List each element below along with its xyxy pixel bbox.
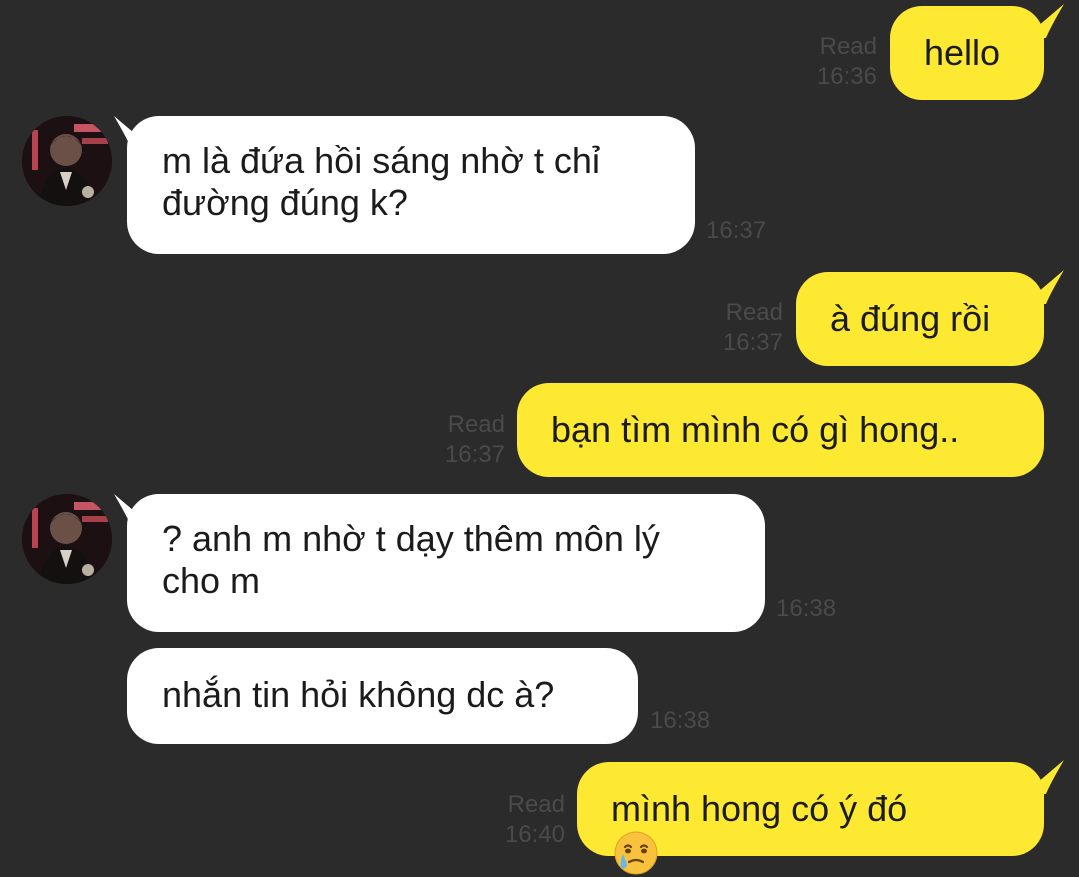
message-time: 16:40 xyxy=(504,821,565,848)
message-meta: 16:37 xyxy=(706,216,766,246)
message-time: 16:38 xyxy=(776,595,837,622)
message-meta: Read 16:40 xyxy=(505,790,565,850)
bubble-tail xyxy=(1024,270,1064,304)
contact-avatar[interactable] xyxy=(22,494,112,584)
message-time: 16:37 xyxy=(444,441,505,468)
incoming-message[interactable]: ? anh m nhờ t dạy thêm môn lý cho m xyxy=(127,494,765,632)
outgoing-message[interactable]: à đúng rồi xyxy=(796,272,1044,366)
message-meta: 16:38 xyxy=(650,706,710,736)
outgoing-message[interactable]: mình hong có ý đó xyxy=(577,762,1044,875)
message-text: à đúng rồi xyxy=(830,298,991,339)
incoming-message[interactable]: nhắn tin hỏi không dc à? xyxy=(127,648,638,744)
message-text: bạn tìm mình có gì hong.. xyxy=(551,409,960,450)
message-line: m là đứa hồi sáng nhờ t chỉ xyxy=(162,140,600,181)
message-text: hello xyxy=(924,32,1001,73)
avatar-image xyxy=(22,116,112,206)
message-text: mình hong có ý đó xyxy=(611,788,908,829)
message-time: 16:36 xyxy=(816,63,877,90)
message-meta: Read 16:36 xyxy=(817,32,877,92)
message-meta: 16:38 xyxy=(776,594,836,624)
message-meta: Read 16:37 xyxy=(723,298,783,358)
chat-conversation: Read 16:36 hello m là đứa hồi sáng nhờ t… xyxy=(0,0,1079,875)
avatar-image xyxy=(22,494,112,584)
contact-avatar[interactable] xyxy=(22,116,112,206)
incoming-message[interactable]: m là đứa hồi sáng nhờ t chỉ đường đúng k… xyxy=(127,116,695,254)
message-line: đường đúng k? xyxy=(162,182,408,223)
face-holding-back-tears-icon xyxy=(614,831,658,875)
message-line: cho m xyxy=(162,560,261,601)
outgoing-message[interactable]: hello xyxy=(890,6,1044,100)
message-time: 16:37 xyxy=(706,217,767,244)
read-status: Read xyxy=(507,791,565,818)
read-status: Read xyxy=(819,33,877,60)
message-time: 16:38 xyxy=(650,707,711,734)
bubble-tail xyxy=(1024,4,1064,38)
message-time: 16:37 xyxy=(722,329,783,356)
read-status: Read xyxy=(725,299,783,326)
outgoing-message[interactable]: bạn tìm mình có gì hong.. xyxy=(517,383,1044,477)
message-line: ? anh m nhờ t dạy thêm môn lý xyxy=(162,518,660,559)
message-text: nhắn tin hỏi không dc à? xyxy=(162,674,555,715)
bubble-tail xyxy=(1024,760,1064,794)
message-meta: Read 16:37 xyxy=(445,410,505,470)
read-status: Read xyxy=(447,411,505,438)
